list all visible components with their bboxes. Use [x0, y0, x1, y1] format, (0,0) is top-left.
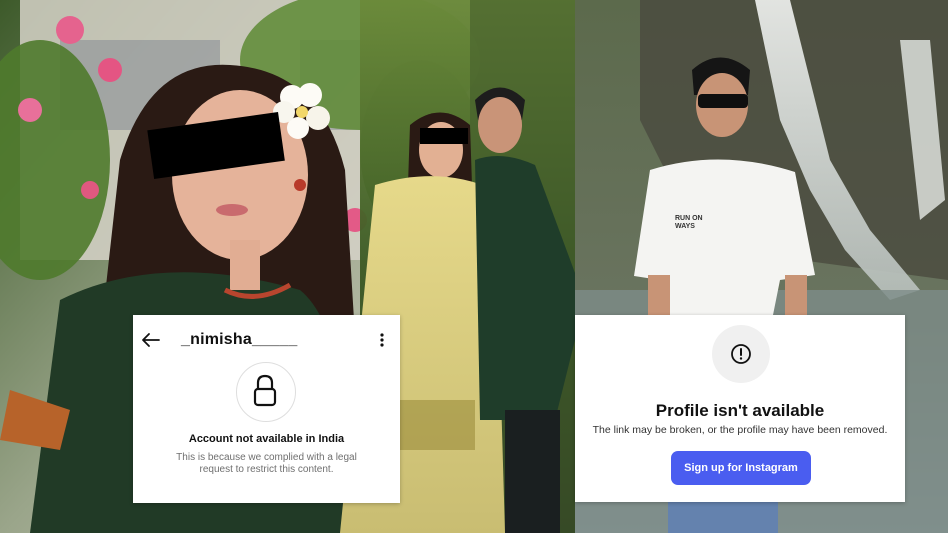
pink-flower [56, 16, 84, 44]
shirt-print: RUN ON WAYS [675, 215, 703, 230]
unavailable-title: Profile isn't available [655, 401, 825, 420]
pink-flower [81, 181, 99, 199]
instagram-unavailable-card: Profile isn't available The link may be … [575, 315, 905, 502]
sign-up-button[interactable]: Sign up for Instagram [671, 451, 811, 485]
pink-flower [98, 58, 122, 82]
restriction-message: This is because we complied with a legal… [176, 452, 357, 475]
lock-icon [236, 362, 296, 422]
censor-bar [420, 128, 468, 144]
restriction-title: Account not available in India [188, 433, 345, 445]
pink-flower [18, 98, 42, 122]
alert-circle-icon [712, 325, 770, 383]
instagram-restricted-card: _nimisha_____ Account not available in I… [133, 315, 400, 503]
unavailable-message: The link may be broken, or the profile m… [592, 424, 888, 436]
username: _nimisha_____ [181, 331, 298, 348]
more-vertical-icon[interactable] [378, 331, 386, 349]
arrow-left-icon[interactable] [141, 332, 161, 348]
profile-header: _nimisha_____ [133, 315, 400, 365]
